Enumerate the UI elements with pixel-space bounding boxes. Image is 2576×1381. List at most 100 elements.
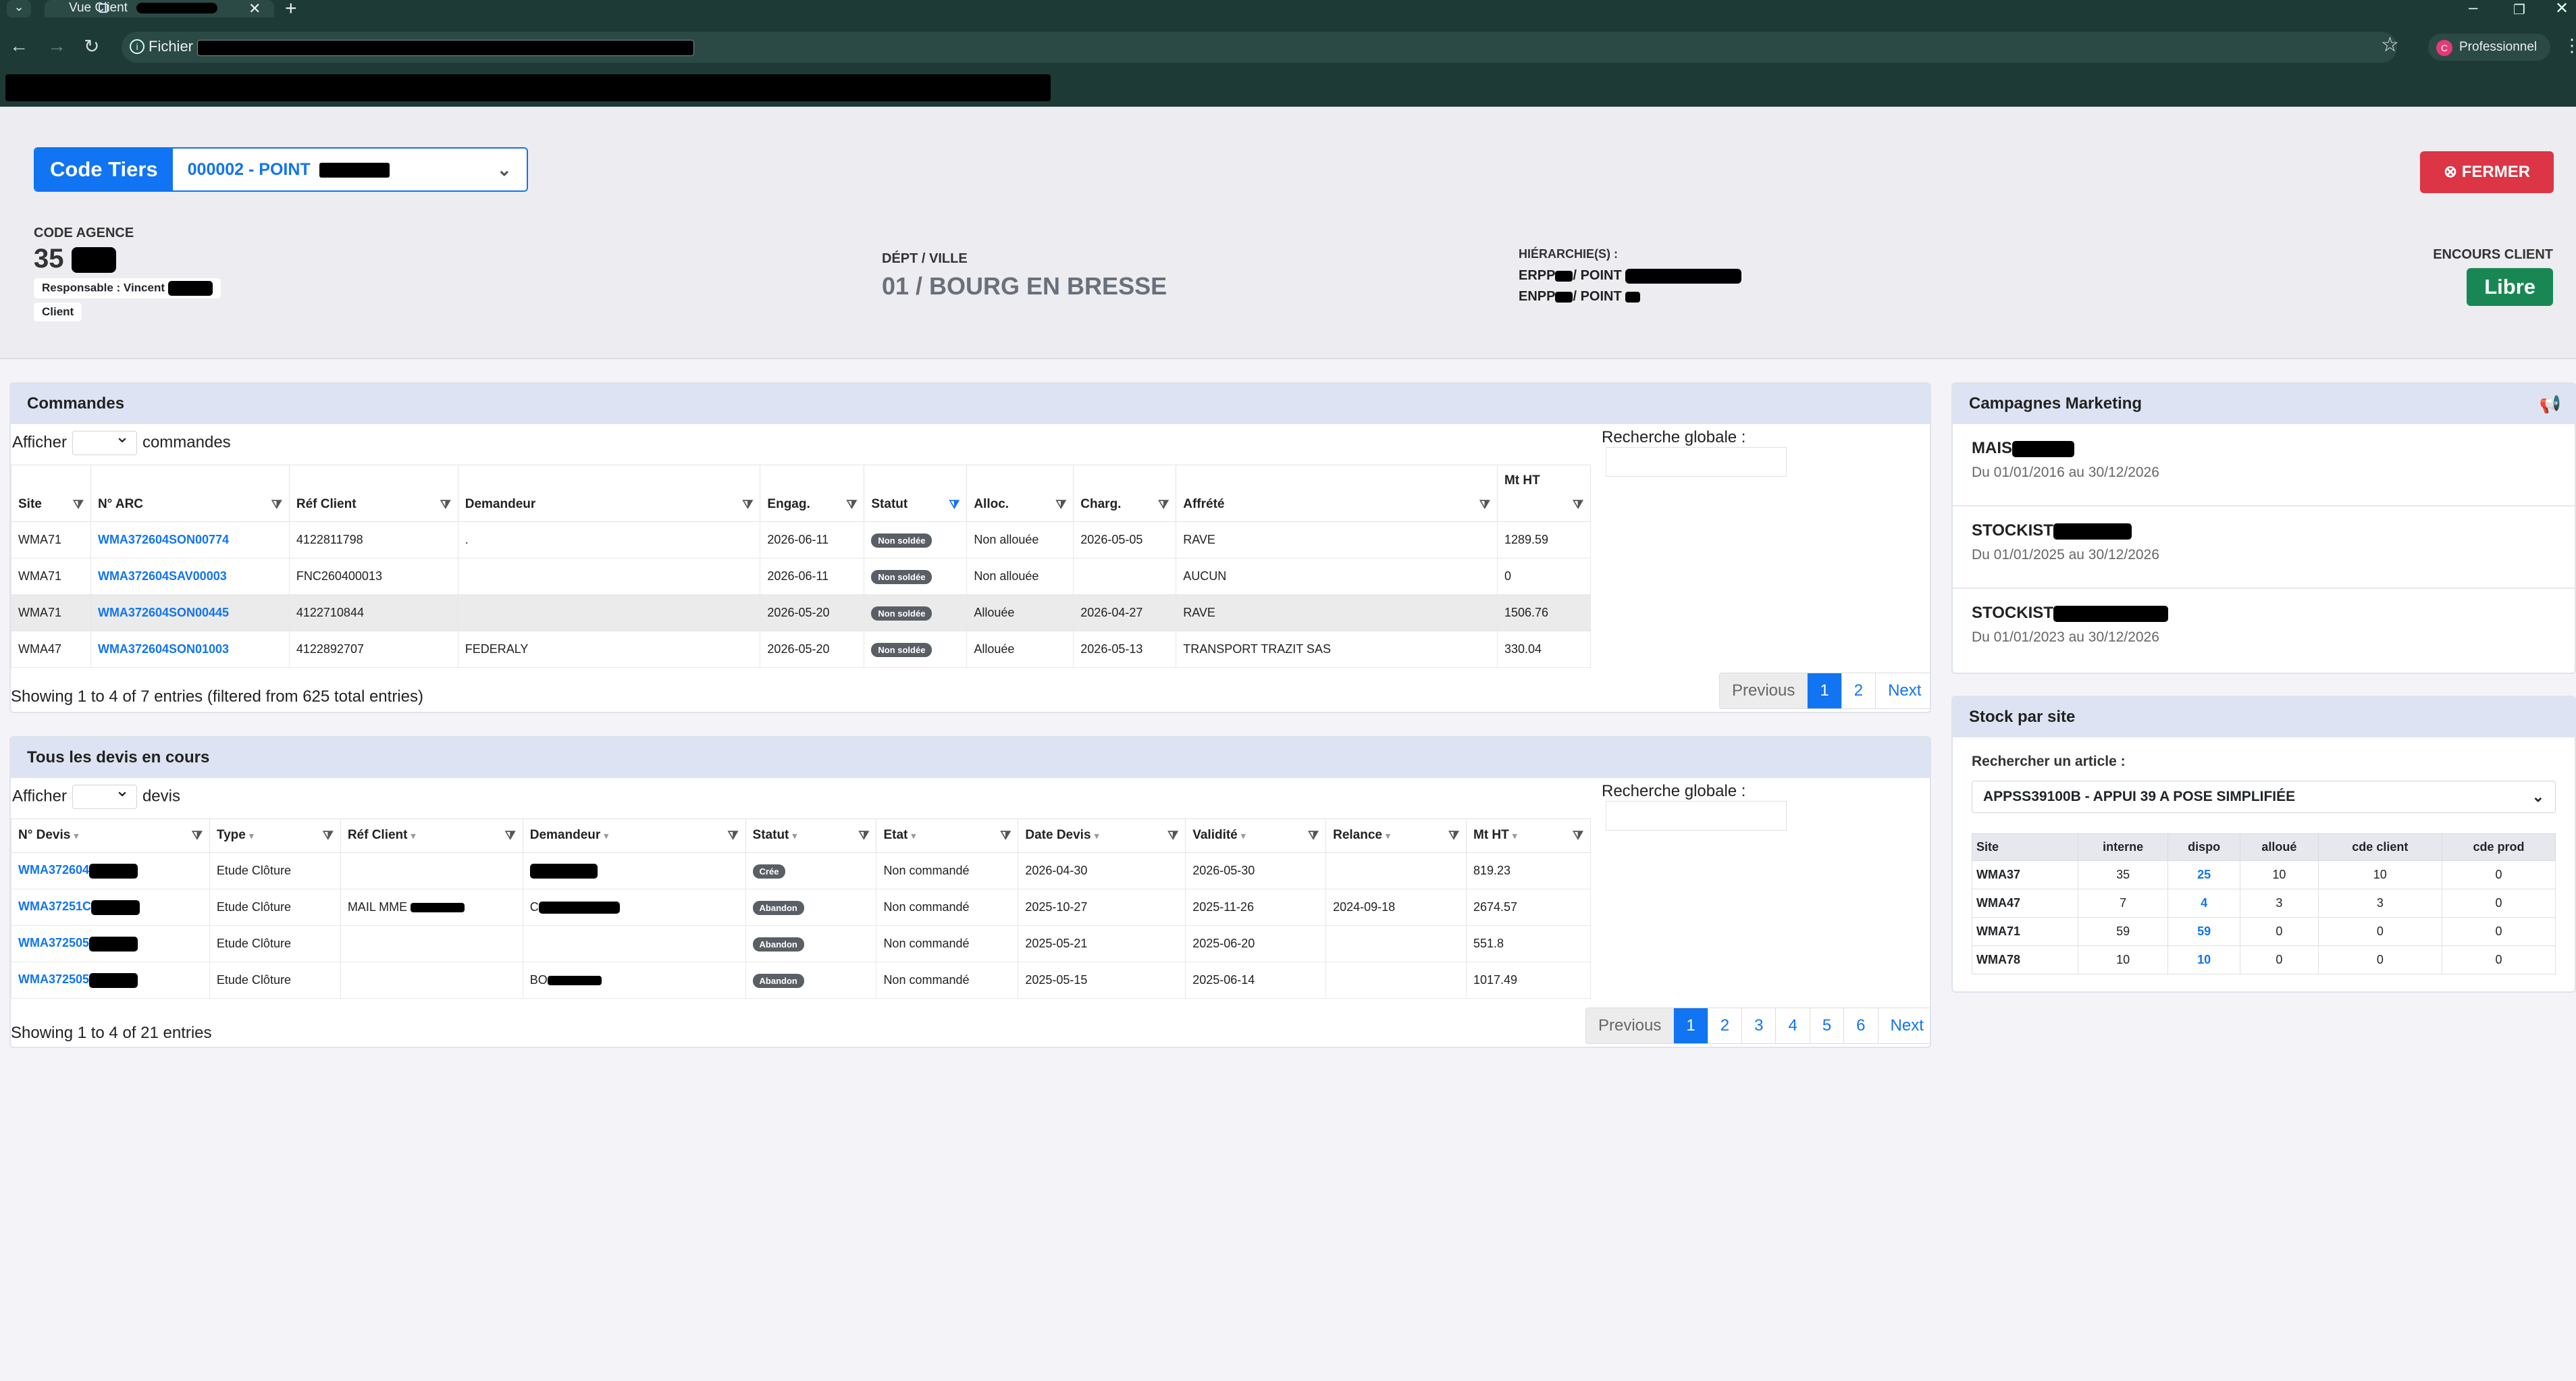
col-site[interactable]: Site ⧩	[11, 465, 91, 522]
new-tab-button[interactable]: +	[285, 0, 297, 20]
pagination-next[interactable]: Next	[1876, 673, 1930, 708]
status-badge: Abandon	[752, 937, 804, 952]
arc-link[interactable]: WMA372604SON00774	[90, 521, 290, 558]
restore-icon[interactable]: ❐	[2513, 1, 2525, 18]
col-affrete[interactable]: Affrété ⧩	[1176, 465, 1498, 522]
pagination-previous[interactable]: Previous	[1586, 1008, 1675, 1043]
devis-link[interactable]: WMA372505	[18, 972, 89, 986]
forward-icon[interactable]: →	[47, 35, 66, 57]
table-row[interactable]: WMA372505 Etude Clôture Abandon Non comm…	[11, 925, 1591, 962]
col-cde-client: cde client	[2317, 833, 2442, 861]
article-select[interactable]: APPSS39100B - APPUI 39 A POSE SIMPLIFIÉE…	[1972, 781, 2556, 813]
col-ref-client[interactable]: Réf Client ▾ ⧩	[340, 818, 523, 853]
bookmark-star-icon[interactable]: ☆	[2381, 33, 2399, 57]
table-row[interactable]: WMA47 WMA372604SON01003 4122892707 FEDER…	[11, 631, 1592, 668]
table-row[interactable]: WMA71 WMA372604SAV00003 FNC260400013 202…	[11, 558, 1592, 595]
col-alloc[interactable]: Alloc. ⧩	[966, 465, 1074, 522]
devis-length-select[interactable]	[72, 780, 137, 809]
filter-icon[interactable]: ⧩	[73, 498, 84, 512]
filter-icon[interactable]: ⧩	[727, 829, 738, 843]
col-mt-ht[interactable]: Mt HT ⧩	[1496, 465, 1592, 522]
pagination-page[interactable]: 6	[1844, 1008, 1878, 1043]
pagination-page[interactable]: 1	[1674, 1008, 1708, 1043]
filter-icon[interactable]: ⧩	[1573, 829, 1583, 843]
pagination-page[interactable]: 5	[1810, 1008, 1845, 1043]
arc-link[interactable]: WMA372604SAV00003	[90, 558, 290, 595]
filter-icon[interactable]: ⧩	[192, 829, 203, 843]
filter-icon[interactable]: ⧩	[1479, 498, 1490, 512]
col-demandeur[interactable]: Demandeur ▾ ⧩	[522, 818, 746, 853]
filter-icon[interactable]: ⧩	[1167, 829, 1178, 843]
table-row[interactable]: WMA71 WMA372604SON00774 4122811798 . 202…	[11, 521, 1592, 558]
devis-link[interactable]: WMA372604	[18, 863, 89, 877]
pagination-page[interactable]: 2	[1841, 673, 1876, 708]
pagination-page[interactable]: 4	[1776, 1008, 1810, 1043]
browser-tab[interactable]: Vue Client	[45, 0, 274, 18]
address-bar[interactable]: i Fichier	[122, 32, 2397, 63]
filter-icon[interactable]: ⧩	[846, 498, 857, 512]
filter-icon[interactable]: ⧩	[1000, 829, 1011, 843]
filter-icon[interactable]: ⧩	[323, 829, 334, 843]
tab-close-icon[interactable]: ✕	[248, 0, 261, 18]
col-type[interactable]: Type ▾ ⧩	[209, 818, 341, 853]
arc-link[interactable]: WMA372604SON01003	[90, 631, 290, 668]
col-n-arc[interactable]: N° ARC ⧩	[90, 465, 290, 522]
filter-icon[interactable]: ⧩	[858, 829, 869, 843]
col-n-devis[interactable]: N° Devis ▾ ⧩	[11, 818, 210, 853]
pagination-previous[interactable]: Previous	[1720, 673, 1808, 708]
devis-search-input[interactable]	[1606, 801, 1787, 831]
fermer-button[interactable]: ⊗ FERMER	[2420, 151, 2554, 193]
col-date-devis[interactable]: Date Devis ▾ ⧩	[1018, 818, 1186, 853]
col-engag[interactable]: Engag. ⧩	[760, 465, 865, 522]
pagination-next[interactable]: Next	[1878, 1008, 1930, 1043]
back-icon[interactable]: ←	[9, 35, 28, 57]
tab-search-icon[interactable]: ⌄	[7, 0, 31, 18]
filter-icon[interactable]: ⧩	[1308, 829, 1319, 843]
pagination-page[interactable]: 3	[1742, 1008, 1777, 1043]
col-charg[interactable]: Charg. ⧩	[1073, 465, 1177, 522]
col-statut[interactable]: Statut ⧩	[864, 465, 968, 522]
list-item[interactable]: STOCKIST Du 01/01/2023 au 30/12/2026	[1953, 589, 2575, 671]
table-row[interactable]: WMA71 WMA372604SON00445 4122710844 2026-…	[11, 594, 1592, 631]
col-demandeur[interactable]: Demandeur ⧩	[457, 465, 761, 522]
url-text[interactable]	[197, 40, 694, 56]
table-row[interactable]: WMA37251C Etude Clôture MAIL MME C Aband…	[11, 889, 1591, 926]
col-statut[interactable]: Statut ▾ ⧩	[745, 818, 877, 853]
filter-active-icon[interactable]: ⧩	[949, 498, 960, 512]
col-relance[interactable]: Relance ▾ ⧩	[1325, 818, 1467, 853]
table-row[interactable]: WMA372505 Etude Clôture BO Abandon Non c…	[11, 962, 1591, 999]
reload-icon[interactable]: ↻	[84, 35, 99, 57]
filter-icon[interactable]: ⧩	[505, 829, 516, 843]
filter-icon[interactable]: ⧩	[271, 498, 282, 512]
minimize-icon[interactable]: –	[2469, 0, 2477, 18]
list-item[interactable]: STOCKIST Du 01/01/2025 au 30/12/2026	[1953, 506, 2575, 589]
filter-icon[interactable]: ⧩	[1055, 498, 1066, 512]
pagination-page[interactable]: 2	[1708, 1008, 1743, 1043]
devis-link[interactable]: WMA37251C	[18, 900, 91, 913]
pagination-page[interactable]: 1	[1808, 673, 1842, 708]
filter-icon[interactable]: ⧩	[440, 498, 451, 512]
arc-link[interactable]: WMA372604SON00445	[90, 594, 290, 631]
col-cde-prod: cde prod	[2441, 833, 2556, 861]
code-tiers-select[interactable]: 000002 - POINT ⌄	[172, 149, 527, 190]
profile-button[interactable]: C Professionnel	[2428, 34, 2551, 61]
browser-menu-icon[interactable]: ⋮	[2563, 35, 2576, 56]
devis-link[interactable]: WMA372505	[18, 936, 89, 949]
commandes-search-input[interactable]	[1606, 447, 1787, 477]
col-etat[interactable]: Etat ▾ ⧩	[876, 818, 1019, 853]
col-mt-ht[interactable]: Mt HT ▾ ⧩	[1466, 818, 1591, 853]
col-ref-client[interactable]: Réf Client ⧩	[288, 465, 458, 522]
info-icon[interactable]: i	[130, 39, 144, 54]
filter-icon[interactable]: ⧩	[1158, 498, 1169, 512]
filter-icon[interactable]: ⧩	[1573, 498, 1583, 512]
window-close-icon[interactable]: ✕	[2555, 0, 2569, 18]
filter-icon[interactable]: ⧩	[742, 498, 753, 512]
commandes-length-select[interactable]	[72, 426, 137, 455]
dept-ville-block: DÉPT / VILLE 01 / BOURG EN BRESSE	[882, 251, 1167, 301]
col-validite[interactable]: Validité ▾ ⧩	[1185, 818, 1327, 853]
list-item[interactable]: MAIS Du 01/01/2016 au 30/12/2026	[1953, 424, 2575, 506]
filter-icon[interactable]: ⧩	[1448, 829, 1459, 843]
chevron-down-icon: ⌄	[496, 159, 512, 180]
client-header: Code Tiers 000002 - POINT ⌄ ⊗ FERMER COD…	[0, 107, 2576, 359]
table-row[interactable]: WMA372604 Etude Clôture Crée Non command…	[11, 852, 1591, 889]
